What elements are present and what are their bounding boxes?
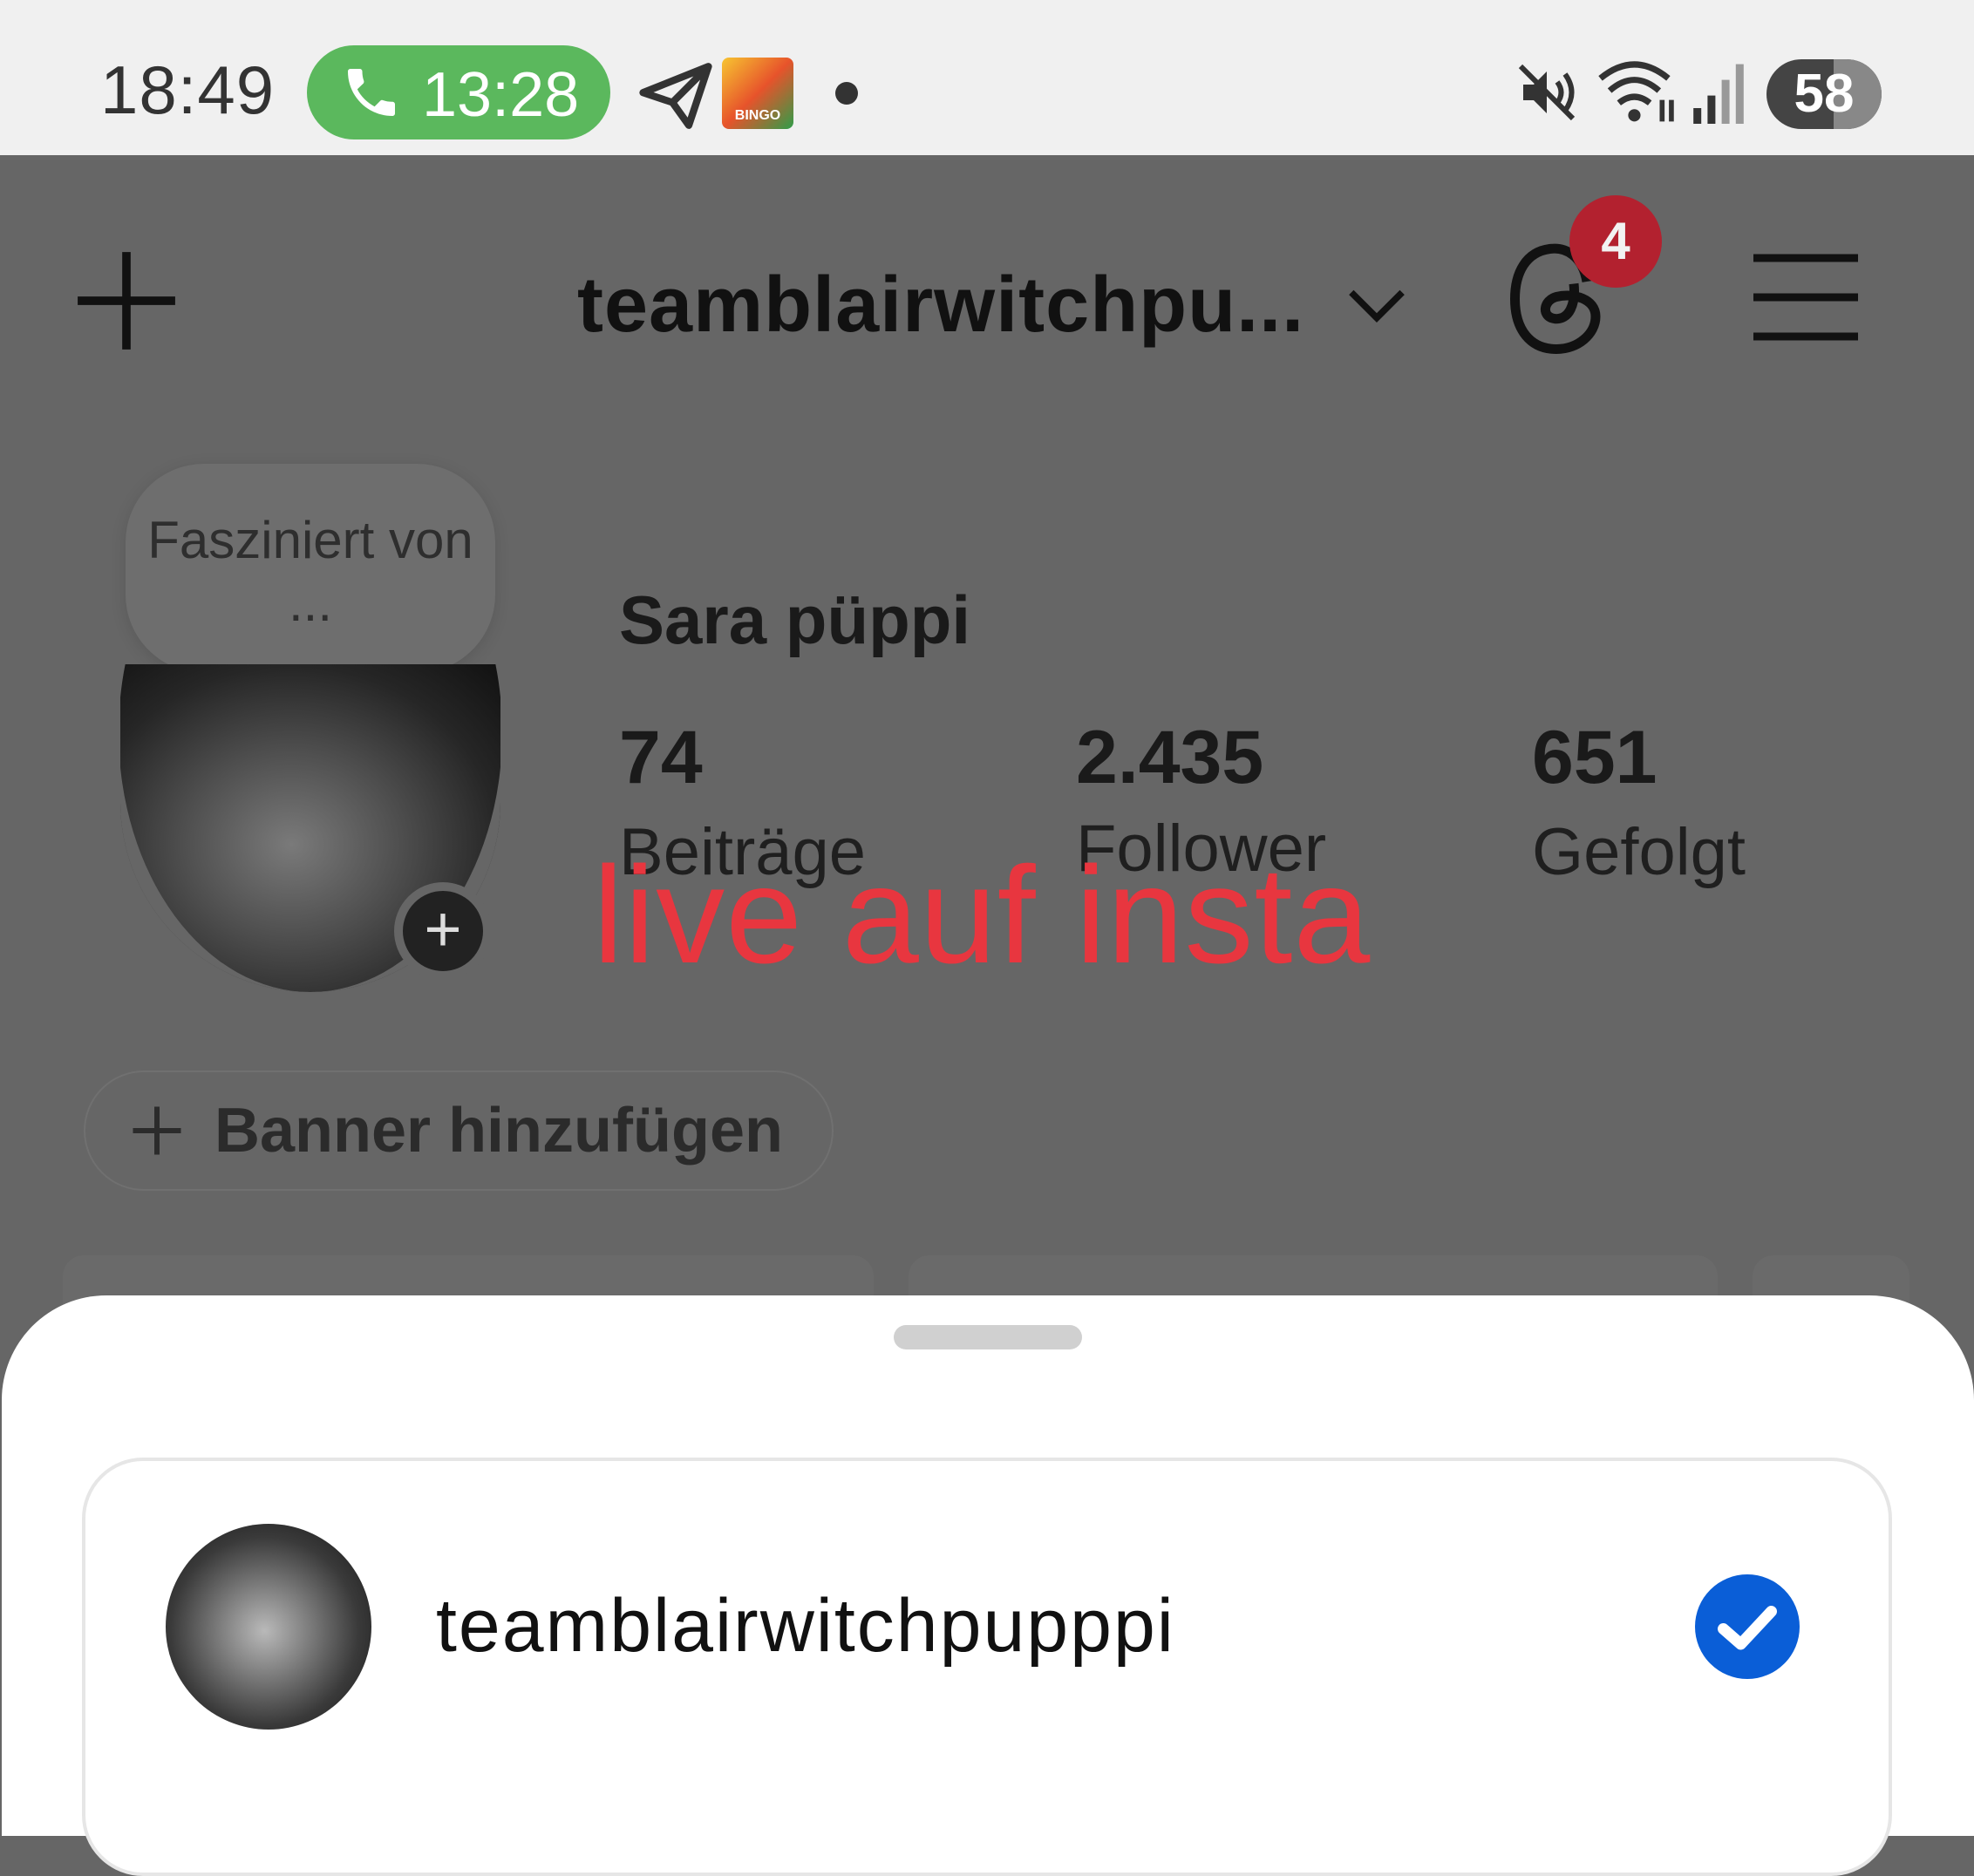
account-avatar (166, 1524, 371, 1730)
add-post-icon[interactable] (73, 248, 180, 354)
bingo-app-icon: BINGO (722, 58, 793, 129)
wifi-icon (1598, 61, 1674, 122)
mute-icon (1518, 64, 1576, 121)
plus-icon (133, 1106, 181, 1155)
account-switcher[interactable]: teamblairwitchpu... (577, 253, 1407, 357)
threads-notification-badge: 4 (1569, 195, 1662, 288)
followers-count[interactable]: 2.435 (1076, 715, 1263, 801)
ongoing-call-pill[interactable]: 13:28 (307, 45, 610, 139)
notification-dot (835, 82, 858, 105)
signal-icon (1693, 64, 1744, 124)
profile-note-text: Fasziniert von ... (147, 511, 473, 632)
battery-level: 58 (1794, 64, 1855, 124)
status-bar (0, 0, 1974, 155)
telegram-icon (639, 63, 712, 129)
profile-display-name: Sara püppi (619, 581, 971, 658)
sheet-drag-handle[interactable] (894, 1325, 1082, 1349)
selected-check-icon (1695, 1574, 1800, 1679)
call-timer: 13:28 (422, 60, 580, 130)
posts-count[interactable]: 74 (619, 715, 703, 801)
menu-icon[interactable] (1753, 249, 1859, 345)
chevron-down-icon (1349, 289, 1406, 323)
account-username[interactable]: teamblairwitchpupppi (436, 1583, 1175, 1669)
add-banner-button[interactable]: Banner hinzufügen (84, 1071, 834, 1191)
profile-note-bubble[interactable]: Fasziniert von ... (126, 464, 495, 673)
following-label[interactable]: Gefolgt (1532, 814, 1746, 890)
following-count[interactable]: 651 (1532, 715, 1657, 801)
overlay-caption: live auf insta (593, 839, 1372, 992)
account-title: teamblairwitchpu... (577, 261, 1305, 349)
add-story-button[interactable]: + (394, 882, 492, 980)
add-banner-label: Banner hinzufügen (214, 1096, 783, 1166)
battery-icon: 58 (1766, 59, 1882, 129)
status-clock: 18:49 (100, 51, 276, 128)
phone-icon (348, 69, 395, 116)
